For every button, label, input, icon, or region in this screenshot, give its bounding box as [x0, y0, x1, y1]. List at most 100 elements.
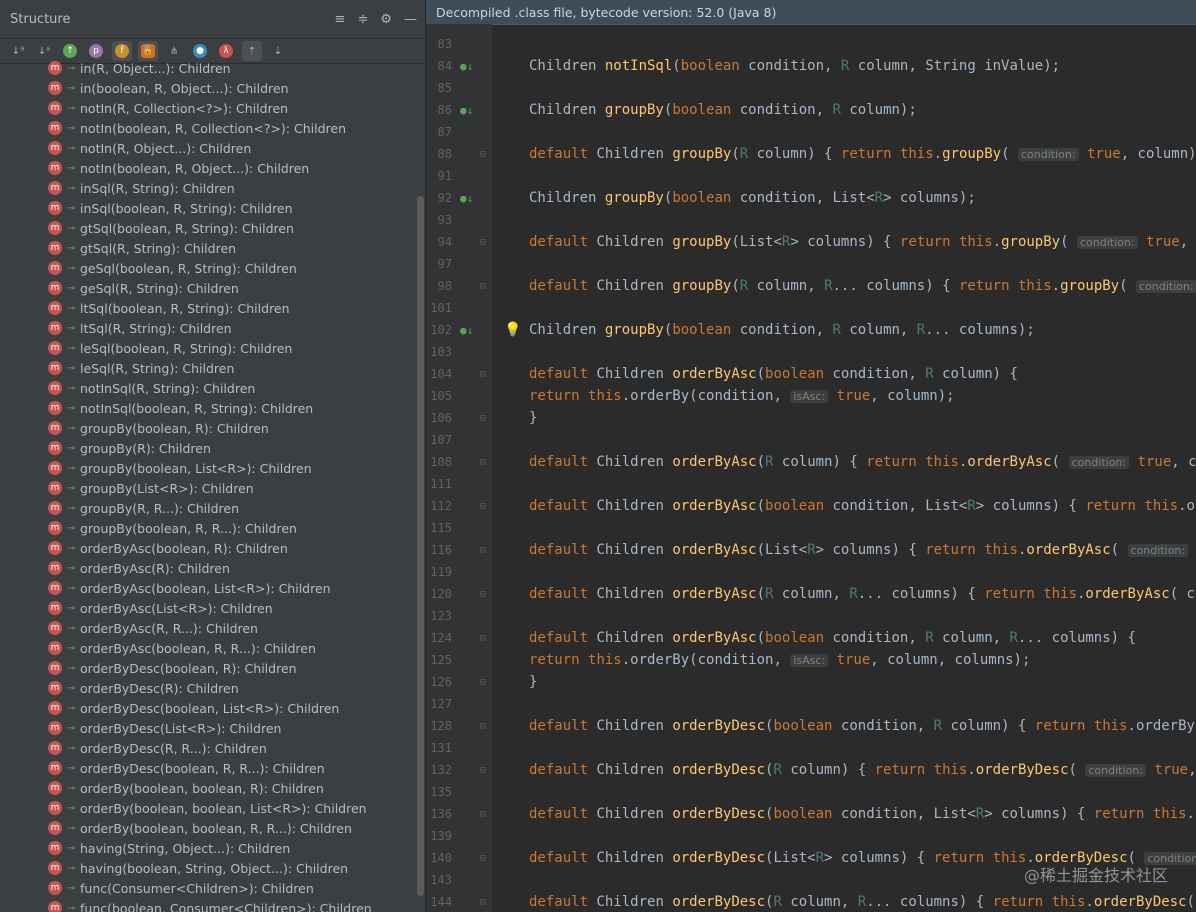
show-fields-icon[interactable]: f [112, 41, 132, 61]
structure-item[interactable]: m ⊸ orderByAsc(boolean, R): Children [0, 538, 417, 558]
code-line[interactable]: 111 [426, 473, 1196, 495]
structure-item[interactable]: m ⊸ groupBy(boolean, R, R...): Children [0, 518, 417, 538]
code-line[interactable]: 105 return this.orderBy(condition, isAsc… [426, 385, 1196, 407]
sort-by-visibility-icon[interactable]: ↓⁹ [8, 41, 28, 61]
code-line[interactable]: 120 ⊟ default Children orderByAsc(R column… [426, 583, 1196, 605]
structure-item[interactable]: m ⊸ in(boolean, R, Object...): Children [0, 78, 417, 98]
structure-item[interactable]: m ⊸ geSql(boolean, R, String): Children [0, 258, 417, 278]
code-line[interactable]: 131 [426, 737, 1196, 759]
code-line[interactable]: 87 [426, 121, 1196, 143]
lightbulb-icon[interactable]: 💡 [504, 322, 521, 338]
structure-item[interactable]: m ⊸ having(String, Object...): Children [0, 838, 417, 858]
code-line[interactable]: 91 [426, 165, 1196, 187]
structure-item[interactable]: m ⊸ func(boolean, Consumer<Children>): Chi… [0, 898, 417, 912]
code-editor[interactable]: Decompiled .class file, bytecode version… [426, 0, 1196, 912]
structure-item[interactable]: m ⊸ orderByDesc(boolean, List<R>): Childre… [0, 698, 417, 718]
code-line[interactable]: 104 ⊟ default Children orderByAsc(boolean … [426, 363, 1196, 385]
fold-icon[interactable]: ⊟ [480, 897, 490, 908]
fold-icon[interactable]: ⊟ [480, 457, 490, 468]
code-line[interactable]: 103 [426, 341, 1196, 363]
structure-item[interactable]: m ⊸ orderByAsc(List<R>): Children [0, 598, 417, 618]
structure-scrollbar[interactable] [417, 196, 424, 896]
show-inherited-icon[interactable]: ↑ [60, 41, 80, 61]
structure-item[interactable]: m ⊸ notInSql(boolean, R, String): Children [0, 398, 417, 418]
code-line[interactable]: 86 ●↓ Children groupBy(boolean condition, … [426, 99, 1196, 121]
lambda-icon[interactable]: λ [216, 41, 236, 61]
code-line[interactable]: 124 ⊟ default Children orderByAsc(boolean … [426, 627, 1196, 649]
code-line[interactable]: 94 ⊟ default Children groupBy(List<R> colu… [426, 231, 1196, 253]
structure-item[interactable]: m ⊸ orderByDesc(boolean, R, R...): Childre… [0, 758, 417, 778]
code-line[interactable]: 83 [426, 33, 1196, 55]
structure-item[interactable]: m ⊸ orderBy(boolean, boolean, R, R...): Ch… [0, 818, 417, 838]
fold-icon[interactable]: ⊟ [480, 413, 490, 424]
code-line[interactable]: 115 [426, 517, 1196, 539]
collapse-all-icon[interactable]: ≑ [357, 12, 368, 27]
structure-item[interactable]: m ⊸ ltSql(R, String): Children [0, 318, 417, 338]
code-line[interactable]: 101 [426, 297, 1196, 319]
show-non-public-icon[interactable]: 🔒 [138, 41, 158, 61]
fold-icon[interactable]: ⊟ [480, 149, 490, 160]
code-line[interactable]: 92 ●↓ Children groupBy(boolean condition, … [426, 187, 1196, 209]
structure-item[interactable]: m ⊸ notIn(boolean, R, Collection<?>): Chil… [0, 118, 417, 138]
code-line[interactable]: 102 ●↓ Children groupBy(boolean condition,… [426, 319, 1196, 341]
fold-icon[interactable]: ⊟ [480, 765, 490, 776]
code-line[interactable]: 106 ⊟} [426, 407, 1196, 429]
code-line[interactable]: 135 [426, 781, 1196, 803]
fold-icon[interactable]: ⊟ [480, 237, 490, 248]
structure-item[interactable]: m ⊸ orderByAsc(R, R...): Children [0, 618, 417, 638]
structure-item[interactable]: m ⊸ orderByAsc(R): Children [0, 558, 417, 578]
structure-item[interactable]: m ⊸ ltSql(boolean, R, String): Children [0, 298, 417, 318]
code-line[interactable]: 98 ⊟ default Children groupBy(R column, R.… [426, 275, 1196, 297]
code-line[interactable]: 84 ●↓ Children notInSql(boolean condition,… [426, 55, 1196, 77]
show-properties-icon[interactable]: p [86, 41, 106, 61]
implemented-marker-icon[interactable]: ●↓ [460, 104, 474, 117]
autoscroll-to-source-icon[interactable]: ⇡ [242, 41, 262, 61]
structure-item[interactable]: m ⊸ orderByDesc(R): Children [0, 678, 417, 698]
code-line[interactable]: 116 ⊟ default Children orderByAsc(List<R> … [426, 539, 1196, 561]
structure-item[interactable]: m ⊸ orderByAsc(boolean, R, R...): Children [0, 638, 417, 658]
code-line[interactable]: 139 [426, 825, 1196, 847]
fold-icon[interactable]: ⊟ [480, 633, 490, 644]
show-anonymous-icon[interactable]: ⋔ [164, 41, 184, 61]
structure-item[interactable]: m ⊸ leSql(boolean, R, String): Children [0, 338, 417, 358]
structure-item[interactable]: m ⊸ orderByDesc(boolean, R): Children [0, 658, 417, 678]
structure-item[interactable]: m ⊸ gtSql(R, String): Children [0, 238, 417, 258]
sort-alphabetically-icon[interactable]: ↓ᵃ [34, 41, 54, 61]
structure-item[interactable]: m ⊸ having(boolean, String, Object...): Ch… [0, 858, 417, 878]
structure-item[interactable]: m ⊸ groupBy(R): Children [0, 438, 417, 458]
structure-item[interactable]: m ⊸ inSql(boolean, R, String): Children [0, 198, 417, 218]
fold-icon[interactable]: ⊟ [480, 501, 490, 512]
code-line[interactable]: 93 [426, 209, 1196, 231]
code-line[interactable]: 108 ⊟ default Children orderByAsc(R column… [426, 451, 1196, 473]
structure-item[interactable]: m ⊸ groupBy(R, R...): Children [0, 498, 417, 518]
structure-item[interactable]: m ⊸ notInSql(R, String): Children [0, 378, 417, 398]
code-line[interactable]: 123 [426, 605, 1196, 627]
code-line[interactable]: 88 ⊟ default Children groupBy(R column) { … [426, 143, 1196, 165]
implemented-marker-icon[interactable]: ●↓ [460, 192, 474, 205]
fold-icon[interactable]: ⊟ [480, 589, 490, 600]
structure-item[interactable]: m ⊸ groupBy(boolean, R): Children [0, 418, 417, 438]
minimize-icon[interactable]: — [404, 12, 417, 27]
structure-item[interactable]: m ⊸ groupBy(List<R>): Children [0, 478, 417, 498]
fold-icon[interactable]: ⊟ [480, 281, 490, 292]
structure-item[interactable]: m ⊸ orderBy(boolean, boolean, List<R>): Ch… [0, 798, 417, 818]
code-line[interactable]: 126 ⊟} [426, 671, 1196, 693]
structure-item[interactable]: m ⊸ func(Consumer<Children>): Children [0, 878, 417, 898]
fold-icon[interactable]: ⊟ [480, 369, 490, 380]
structure-item[interactable]: m ⊸ orderByDesc(R, R...): Children [0, 738, 417, 758]
fold-icon[interactable]: ⊟ [480, 853, 490, 864]
structure-item[interactable]: m ⊸ gtSql(boolean, R, String): Children [0, 218, 417, 238]
structure-item[interactable]: m ⊸ notIn(R, Object...): Children [0, 138, 417, 158]
code-line[interactable]: 127 [426, 693, 1196, 715]
code-line[interactable]: 85 [426, 77, 1196, 99]
show-lambdas-icon[interactable]: ● [190, 41, 210, 61]
code-line[interactable]: 125 return this.orderBy(condition, isAsc… [426, 649, 1196, 671]
code-line[interactable]: 132 ⊟ default Children orderByDesc(R colum… [426, 759, 1196, 781]
gear-icon[interactable]: ⚙ [380, 12, 392, 27]
structure-item[interactable]: m ⊸ orderBy(boolean, boolean, R): Children [0, 778, 417, 798]
autoscroll-from-source-icon[interactable]: ⇣ [268, 41, 288, 61]
code-line[interactable]: 128 ⊟ default Children orderByDesc(boolean… [426, 715, 1196, 737]
structure-item[interactable]: m ⊸ inSql(R, String): Children [0, 178, 417, 198]
structure-item[interactable]: m ⊸ geSql(R, String): Children [0, 278, 417, 298]
structure-item[interactable]: m ⊸ in(R, Object...): Children [0, 60, 417, 78]
